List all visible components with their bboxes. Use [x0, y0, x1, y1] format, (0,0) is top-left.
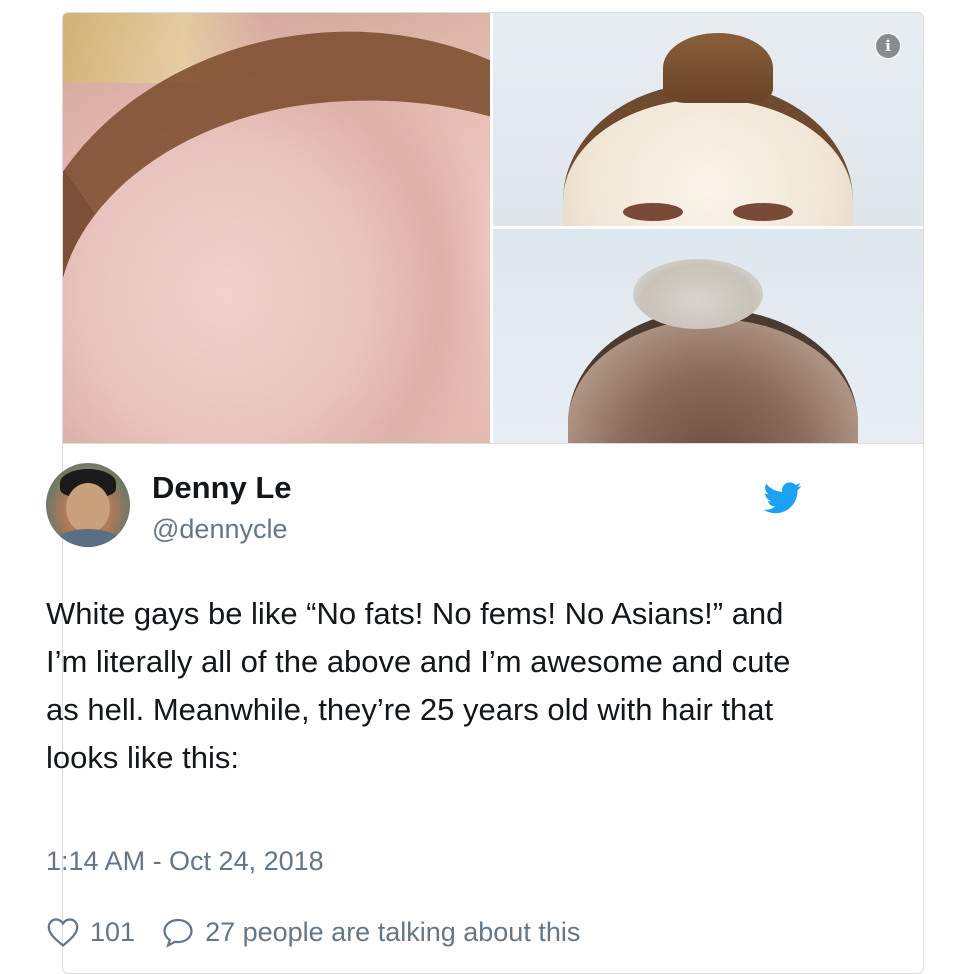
heart-icon[interactable]: [46, 916, 80, 948]
tweet-timestamp[interactable]: 1:14 AM - Oct 24, 2018: [46, 846, 324, 877]
photo-receding-hairline-dark[interactable]: [493, 229, 923, 443]
avatar-shirt: [54, 529, 122, 547]
avatar-face: [66, 483, 110, 533]
avatar[interactable]: [46, 463, 130, 547]
like-count[interactable]: 101: [90, 917, 135, 948]
photo-head: [563, 83, 853, 226]
media-divider: [63, 443, 923, 444]
photo-head: [568, 309, 858, 443]
tweet-text: White gays be like “No fats! No fems! No…: [46, 596, 791, 775]
photo-forehead-closeup[interactable]: [63, 13, 490, 443]
twitter-bird-icon[interactable]: [764, 482, 802, 514]
photo-hair-tuft: [663, 33, 773, 103]
photo-eyebrow: [733, 203, 793, 221]
tweet-actions: 101 27 people are talking about this: [46, 912, 580, 952]
photo-receding-hairline-light[interactable]: [493, 13, 923, 226]
info-icon[interactable]: i: [875, 33, 901, 59]
media-grid[interactable]: i: [63, 13, 923, 443]
photo-hair-tuft: [633, 259, 763, 329]
conversation-count[interactable]: 27 people are talking about this: [205, 917, 580, 948]
author-display-name[interactable]: Denny Le: [152, 470, 292, 506]
author-handle[interactable]: @dennycle: [152, 514, 288, 545]
photo-eyebrow: [623, 203, 683, 221]
speech-bubble-icon[interactable]: [161, 916, 195, 948]
